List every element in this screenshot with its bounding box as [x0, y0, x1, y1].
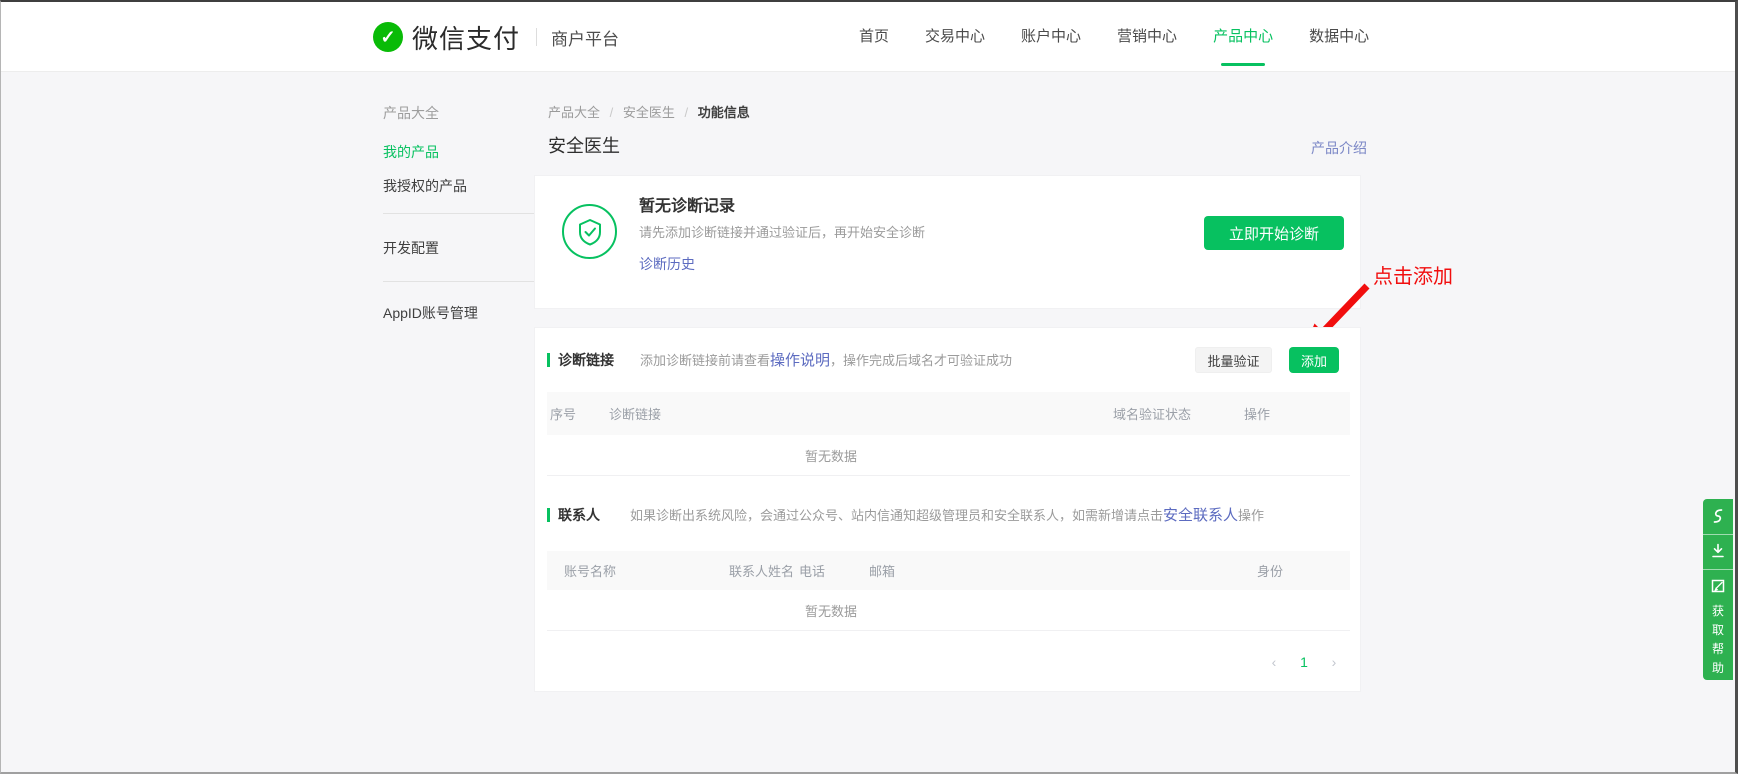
feedback-edit-icon[interactable] [1703, 578, 1733, 594]
nav-item-marketing-center[interactable]: 营销中心 [1099, 2, 1195, 72]
add-link-button[interactable]: 添加 [1289, 347, 1339, 373]
portal-label: 商户平台 [551, 25, 619, 50]
sidebar-item-authorized-products[interactable]: 我授权的产品 [383, 176, 467, 196]
contact-section-header: 联系人 如果诊断出系统风险，会通过公众号、站内信通知超级管理员和安全联系人，如需… [547, 504, 1264, 525]
nav-item-account-center[interactable]: 账户中心 [1003, 2, 1099, 72]
shield-check-icon [562, 204, 617, 259]
page-title: 安全医生 [548, 132, 620, 158]
col-email: 邮箱 [869, 561, 1257, 580]
check-icon: ✓ [380, 27, 395, 48]
nav-item-home[interactable]: 首页 [841, 2, 907, 72]
contact-section-desc: 如果诊断出系统风险，会通过公众号、站内信通知超级管理员和安全联系人，如需新增请点… [630, 504, 1264, 525]
link-section-title: 诊断链接 [558, 350, 614, 370]
col-diagnosis-link: 诊断链接 [609, 404, 1113, 423]
empty-data-text: 暂无数据 [547, 446, 1115, 465]
sidebar-item-all-products[interactable]: 产品大全 [383, 103, 439, 123]
section-accent-bar [547, 508, 550, 522]
breadcrumb-security-doctor[interactable]: 安全医生 [623, 105, 675, 120]
widget-separator [1703, 569, 1733, 570]
start-diagnosis-button[interactable]: 立即开始诊断 [1204, 216, 1344, 250]
col-serial: 序号 [547, 404, 609, 423]
table-header-row: 序号 诊断链接 域名验证状态 操作 [547, 392, 1350, 435]
table-header-row: 账号名称 联系人姓名 电话 邮箱 身份 [547, 551, 1350, 590]
wechat-pay-logo-icon: ✓ [373, 22, 403, 52]
sidebar-item-dev-config[interactable]: 开发配置 [383, 238, 439, 258]
sidebar-divider [383, 281, 536, 282]
annotation-click-add: 点击添加 [1373, 260, 1453, 289]
link-desc-prefix: 添加诊断链接前请查看 [640, 353, 770, 368]
col-identity: 身份 [1257, 561, 1350, 580]
nav-item-data-center[interactable]: 数据中心 [1291, 2, 1387, 72]
pagination: ‹ 1 › [1262, 650, 1346, 674]
contact-desc-prefix: 如果诊断出系统风险，会通过公众号、站内信通知超级管理员和安全联系人，如需新增请点… [630, 508, 1163, 523]
nav-item-product-center[interactable]: 产品中心 [1195, 2, 1291, 72]
link-section-header: 诊断链接 添加诊断链接前请查看操作说明，操作完成后域名才可验证成功 [547, 349, 1012, 370]
col-phone: 电话 [799, 561, 869, 580]
top-nav: 首页 交易中心 账户中心 营销中心 产品中心 数据中心 [841, 2, 1387, 72]
sidebar-item-appid-management[interactable]: AppID账号管理 [383, 303, 478, 323]
app-window: ✓ 微信支付 商户平台 首页 交易中心 账户中心 营销中心 产品中心 数据中心 … [0, 0, 1738, 774]
widget-separator [1703, 534, 1733, 535]
sidebar-item-my-products[interactable]: 我的产品 [383, 142, 439, 162]
diagnosis-links-table: 序号 诊断链接 域名验证状态 操作 暂无数据 [547, 392, 1350, 476]
col-domain-verify-status: 域名验证状态 [1113, 404, 1244, 423]
nav-item-trade-center[interactable]: 交易中心 [907, 2, 1003, 72]
pagination-page-1[interactable]: 1 [1292, 650, 1316, 674]
help-float-widget: 获取帮助 [1703, 499, 1733, 680]
breadcrumb-all-products[interactable]: 产品大全 [548, 105, 600, 120]
main-content-card: 诊断链接 添加诊断链接前请查看操作说明，操作完成后域名才可验证成功 批量验证 添… [534, 327, 1361, 692]
diagnosis-history-link[interactable]: 诊断历史 [639, 254, 695, 274]
top-header: ✓ 微信支付 商户平台 首页 交易中心 账户中心 营销中心 产品中心 数据中心 [1, 2, 1735, 72]
brand-logo[interactable]: ✓ 微信支付 商户平台 [373, 2, 619, 72]
contact-section-title: 联系人 [558, 505, 600, 525]
col-account-name: 账号名称 [547, 561, 729, 580]
diagnosis-empty-title: 暂无诊断记录 [639, 192, 735, 216]
security-contact-link[interactable]: 安全联系人 [1163, 507, 1238, 524]
empty-data-row: 暂无数据 [547, 435, 1350, 476]
sidebar-divider [383, 213, 536, 214]
service-link-icon[interactable] [1703, 508, 1733, 524]
empty-data-row: 暂无数据 [547, 590, 1350, 631]
col-contact-name: 联系人姓名 [729, 561, 799, 580]
product-intro-link[interactable]: 产品介绍 [1311, 138, 1367, 158]
contact-desc-suffix: 操作 [1238, 508, 1264, 523]
breadcrumb-separator: / [610, 105, 614, 120]
pagination-prev-button[interactable]: ‹ [1262, 650, 1286, 674]
batch-verify-button[interactable]: 批量验证 [1195, 347, 1272, 373]
operation-guide-link[interactable]: 操作说明 [770, 352, 830, 369]
pagination-next-button[interactable]: › [1322, 650, 1346, 674]
breadcrumb-separator: / [685, 105, 689, 120]
breadcrumb-function-info: 功能信息 [698, 105, 750, 120]
link-section-desc: 添加诊断链接前请查看操作说明，操作完成后域名才可验证成功 [640, 349, 1012, 370]
col-action: 操作 [1244, 404, 1350, 423]
brand-name: 微信支付 [412, 19, 520, 56]
section-accent-bar [547, 353, 550, 367]
empty-data-text: 暂无数据 [547, 601, 1115, 620]
get-help-button[interactable]: 获取帮助 [1703, 602, 1733, 678]
diagnosis-summary-card: 暂无诊断记录 请先添加诊断链接并通过验证后，再开始安全诊断 诊断历史 立即开始诊… [534, 175, 1361, 309]
download-icon[interactable] [1703, 543, 1733, 559]
contacts-table: 账号名称 联系人姓名 电话 邮箱 身份 暂无数据 [547, 551, 1350, 631]
breadcrumb: 产品大全 / 安全医生 / 功能信息 [548, 102, 750, 121]
diagnosis-empty-subtitle: 请先添加诊断链接并通过验证后，再开始安全诊断 [639, 222, 925, 241]
logo-divider [536, 28, 537, 46]
link-desc-suffix: ，操作完成后域名才可验证成功 [830, 353, 1012, 368]
